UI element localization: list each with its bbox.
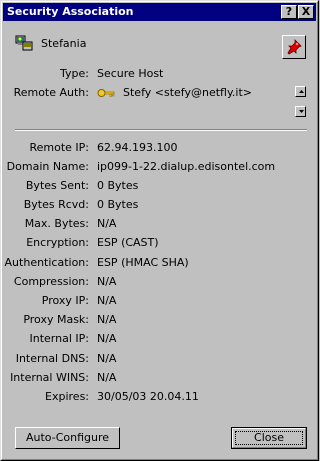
security-association-dialog: Security Association ? X Stefania Type: … [0,0,319,461]
title-bar[interactable]: Security Association ? X [3,3,316,21]
detail-label: Internal WINS: [10,371,89,384]
detail-value: N/A [97,313,117,326]
auto-configure-label: Auto-Configure [25,431,110,444]
detail-value: N/A [97,217,117,230]
detail-label: Internal IP: [29,332,89,345]
detail-label: Proxy IP: [41,294,89,307]
detail-value: N/A [97,294,117,307]
detail-label: Internal DNS: [15,352,89,365]
detail-value: 62.94.193.100 [97,141,178,154]
detail-label: Proxy Mask: [23,313,89,326]
detail-value: ip099-1-22.dialup.edisontel.com [97,160,276,173]
section-divider [15,129,307,131]
detail-value: ESP (CAST) [97,236,159,249]
user-computer-icon [15,35,33,51]
detail-label: Bytes Rcvd: [23,198,89,211]
help-button[interactable]: ? [281,5,297,19]
user-name: Stefania [41,37,87,50]
detail-value: 0 Bytes [97,179,139,192]
pin-button[interactable] [282,35,306,59]
detail-value: N/A [97,352,117,365]
window-title: Security Association [7,5,134,18]
detail-label: Remote IP: [29,141,89,154]
detail-value: N/A [97,371,117,384]
detail-value: 30/05/03 20.04.11 [97,390,199,403]
auto-configure-button[interactable]: Auto-Configure [15,427,120,449]
remote-auth-value: Stefy <stefy@netfly.it> [123,86,252,99]
detail-label: Expires: [45,390,89,403]
detail-value: N/A [97,332,117,345]
detail-value: N/A [97,275,117,288]
detail-label: Bytes Sent: [25,179,89,192]
detail-label: Authentication: [4,256,89,269]
detail-value: 0 Bytes [97,198,139,211]
close-window-button[interactable]: X [298,5,314,19]
detail-value: ESP (HMAC SHA) [97,256,189,269]
remote-auth-label: Remote Auth: [13,86,89,99]
close-label: Close [254,431,284,444]
type-value: Secure Host [97,67,164,80]
detail-label: Compression: [13,275,89,288]
close-button[interactable]: Close [231,427,307,449]
scroll-up-button[interactable] [295,86,306,97]
key-icon [97,88,115,101]
type-label: Type: [60,67,89,80]
detail-label: Max. Bytes: [24,217,89,230]
detail-label: Encryption: [26,236,89,249]
scroll-down-button[interactable] [295,106,306,117]
detail-label: Domain Name: [6,160,89,173]
